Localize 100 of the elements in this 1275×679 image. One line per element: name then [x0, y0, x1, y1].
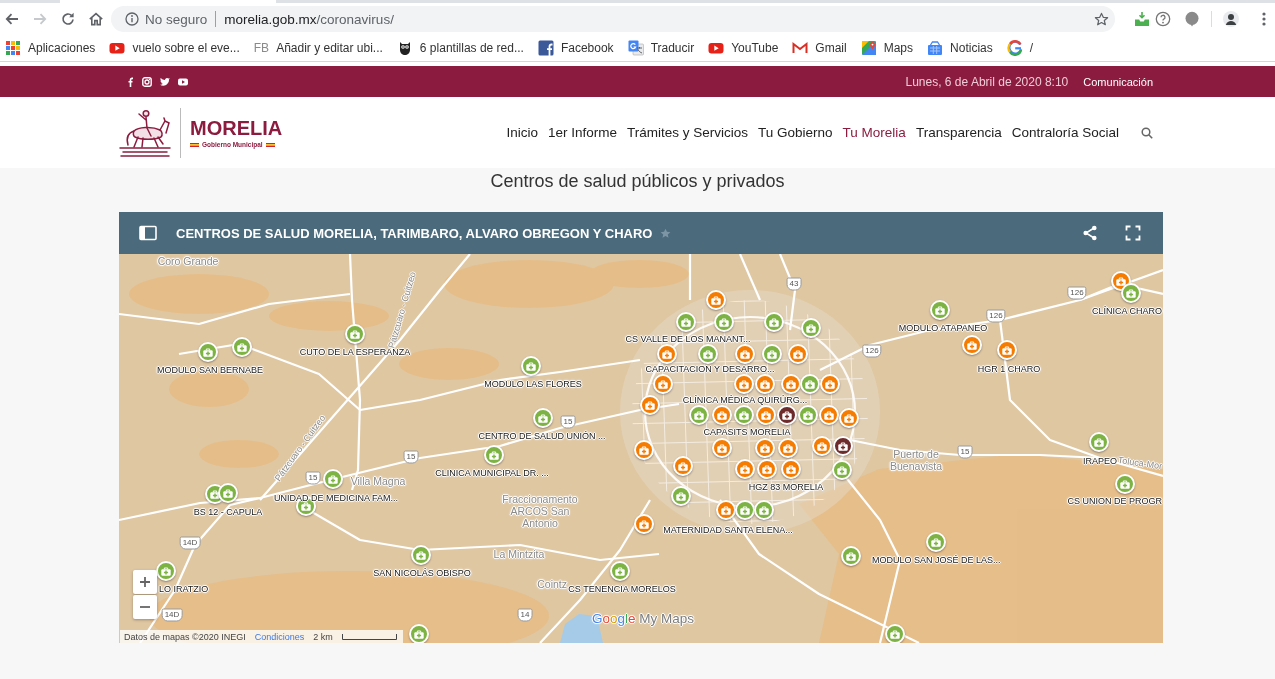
marker-label: CS UNION DE PROGR [1067, 496, 1162, 506]
highway-shield: 15 [403, 450, 419, 464]
highway-shield: 126 [1067, 286, 1087, 300]
star-icon[interactable] [660, 227, 672, 239]
nav-link[interactable]: Tu Morelia [842, 125, 906, 140]
nav-link[interactable]: Inicio [506, 125, 538, 140]
highway-shield: 14D [179, 536, 201, 550]
home-icon[interactable] [88, 11, 104, 27]
brand-name: MORELIA [190, 117, 283, 139]
translate-icon [627, 40, 644, 56]
f-logo-icon [537, 40, 554, 56]
tray-icon[interactable] [1134, 11, 1150, 27]
place-label: Fraccionamento ARCOS San Antonio [501, 493, 579, 529]
map-title: CENTROS DE SALUD MORELIA, TARIMBARO, ALVARO OBREGON Y CHARO [176, 225, 653, 241]
marker-label: CS TENENCIA MORELOS [568, 584, 676, 594]
g-logo-icon [1006, 40, 1023, 56]
marker-label: CLINICA MUNICIPAL DR. ... [435, 468, 549, 478]
marker-label: UNIDAD DE MEDICINA FAM... [274, 493, 398, 503]
marker-label: MODULO ATAPANEO [898, 323, 988, 333]
reload-icon[interactable] [60, 11, 76, 27]
first-aid-marker-icon[interactable] [755, 374, 775, 394]
highway-shield: 15 [305, 471, 321, 485]
map-icon [860, 40, 877, 56]
nav-link[interactable]: 1er Informe [548, 125, 618, 140]
bookmark[interactable]: Gmail [792, 40, 847, 56]
sidebar-icon[interactable] [139, 225, 157, 241]
video-play-icon [109, 40, 126, 56]
first-aid-marker-icon[interactable] [689, 405, 709, 425]
marker-label: MODULO SAN BERNABE [157, 365, 263, 375]
bookmark[interactable]: vuelo sobre el eve... [109, 40, 240, 56]
mail-icon [792, 40, 809, 56]
flag-icon [265, 142, 275, 147]
nav-link[interactable]: Contraloría Social [1011, 125, 1119, 140]
bookmark[interactable]: / [1006, 40, 1034, 56]
bookmark[interactable]: Noticias [927, 40, 993, 56]
date-text: Lunes, 6 de Abril de 2020 8:10 [905, 74, 1069, 89]
marker-label: BS 12 - CAPULA [193, 507, 263, 517]
scale-label: 2 km [313, 631, 333, 642]
highway-shield: 15 [957, 445, 973, 459]
marker-label: SAN NICOLÁS OBISPO [373, 568, 471, 578]
help-icon[interactable] [1155, 11, 1171, 27]
highway-shield: 14D [161, 608, 183, 622]
map-logo: Google My Maps [592, 611, 695, 626]
nav-link[interactable]: Trámites y Servicios [627, 125, 749, 140]
marker-label: CAPASITS MORELIA [703, 427, 791, 437]
bird-icon[interactable] [160, 76, 170, 87]
zoom-out-button[interactable] [133, 595, 157, 619]
place-label: Coro Grande [157, 255, 219, 267]
highway-shield: 126 [986, 309, 1006, 323]
highway-shield: 126 [862, 344, 882, 358]
marker-label: CLÍNICA CHARO [1092, 306, 1162, 316]
flag-icon [190, 142, 199, 147]
video-play-icon [708, 40, 725, 56]
marker-label: HGR 1 CHARO [977, 364, 1041, 374]
bookmark[interactable]: Maps [860, 40, 914, 56]
attribution-text: Datos de mapas ©2020 INEGI [124, 631, 246, 642]
marker-label: IRAPEO [1083, 456, 1117, 466]
plus-icon [140, 577, 150, 587]
url-text: morelia.gob.mx/coronavirus/ [224, 11, 394, 27]
bookmark[interactable]: Aplicaciones [5, 40, 96, 56]
nav-link[interactable]: Transparencia [915, 125, 1002, 140]
marker-label: CENTRO DE SALUD UNIÓN ... [478, 431, 606, 441]
fullscreen-icon[interactable] [1125, 225, 1141, 241]
first-aid-marker-icon[interactable] [657, 344, 677, 364]
marker-label: CUTO DE LA ESPERANZA [299, 347, 411, 357]
apps-grid-icon [5, 40, 21, 56]
chat-bubble-icon[interactable] [1184, 11, 1200, 27]
first-aid-marker-icon[interactable] [734, 374, 754, 394]
bookmark[interactable]: Traducir [627, 40, 695, 56]
marker-label: MATERNIDAD SANTA ELENA... [663, 525, 793, 535]
marker-label: HGZ 83 MORELIA [748, 482, 824, 492]
avatar-icon[interactable] [1223, 11, 1239, 27]
share-icon[interactable] [1082, 225, 1098, 241]
bookmark[interactable]: FB Añadir y editar ubi... [253, 41, 383, 55]
top-bar-link[interactable]: Comunicación [1083, 75, 1153, 88]
page-heading: Centros de salud públicos y privados [489, 172, 786, 190]
marker-label: CS VALLE DE LOS MANANT... [625, 334, 751, 344]
zoom-in-button[interactable] [133, 570, 157, 594]
highway-shield: 15 [560, 415, 576, 429]
bookmark[interactable]: YouTube [708, 40, 779, 56]
terms-link[interactable]: Condiciones [254, 631, 305, 642]
marker-label: CLÍNICA MÉDICA QUIRÚRG... [682, 395, 808, 405]
bookmark[interactable]: 6 plantillas de red... [396, 40, 524, 56]
back-arrow-icon[interactable] [4, 11, 20, 27]
address-bar[interactable]: No seguro morelia.gob.mx/coronavirus/ [111, 6, 1115, 32]
scale-bar-icon [341, 633, 397, 640]
highway-shield: 14 [517, 608, 533, 622]
bookmark[interactable]: Facebook [537, 40, 614, 56]
search-icon[interactable] [1141, 126, 1153, 139]
marker-label: CAPACITACION Y DESARRO... [645, 364, 775, 374]
security-status: No seguro [145, 11, 208, 27]
video-play-icon[interactable] [178, 76, 188, 87]
star-icon[interactable] [1094, 11, 1109, 27]
first-aid-marker-icon[interactable] [777, 405, 797, 425]
menu-icon[interactable] [1262, 12, 1266, 26]
place-label: La Mintzita [493, 548, 545, 560]
info-icon[interactable] [125, 12, 139, 26]
camera-icon[interactable] [142, 76, 152, 87]
newspaper-icon [927, 40, 944, 56]
nav-link[interactable]: Tu Gobierno [758, 125, 833, 140]
